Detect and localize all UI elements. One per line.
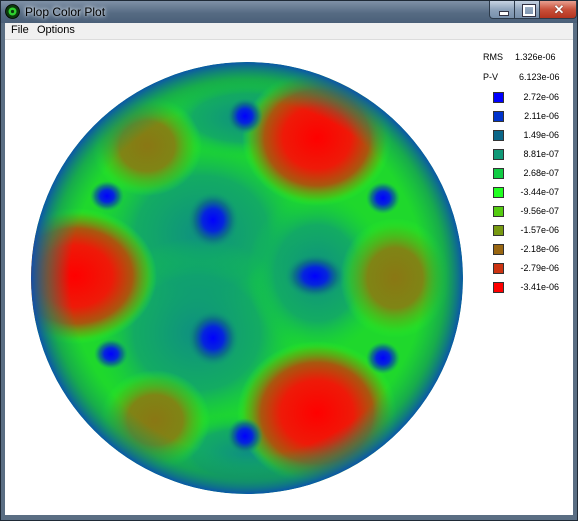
legend-swatch (493, 244, 504, 255)
legend-label: 2.68e-07 (523, 168, 559, 178)
legend-swatch (493, 187, 504, 198)
legend-swatch (493, 282, 504, 293)
menu-options[interactable]: Options (37, 24, 75, 36)
legend-label: -2.79e-06 (520, 263, 559, 273)
legend-label: -2.18e-06 (520, 244, 559, 254)
legend-swatch (493, 111, 504, 122)
plop-window: Plop Color Plot ✕ File Options RMS 1.326… (0, 0, 578, 521)
rms-label: RMS (483, 52, 503, 62)
legend-swatch (493, 225, 504, 236)
legend-label: -3.41e-06 (520, 282, 559, 292)
legend-swatch (493, 149, 504, 160)
plop-app-icon[interactable] (5, 4, 20, 19)
plot-area: RMS 1.326e-06 P-V 6.123e-06 2.72e-06 2.11… (5, 40, 573, 515)
title-bar[interactable]: Plop Color Plot ✕ (1, 1, 577, 23)
legend-swatch (493, 263, 504, 274)
maximize-button[interactable] (514, 1, 540, 19)
menu-bar: File Options (5, 23, 573, 40)
legend-label: -3.44e-07 (520, 187, 559, 197)
legend-label: -9.56e-07 (520, 206, 559, 216)
legend-label: 1.49e-06 (523, 130, 559, 140)
color-plot-disk (31, 62, 463, 494)
minimize-button[interactable] (489, 1, 515, 19)
pv-value: 6.123e-06 (519, 72, 560, 82)
legend-swatch (493, 92, 504, 103)
legend-swatch (493, 206, 504, 217)
close-icon: ✕ (553, 2, 565, 17)
menu-file[interactable]: File (11, 24, 29, 36)
legend-label: 8.81e-07 (523, 149, 559, 159)
legend-label: -1.57e-06 (520, 225, 559, 235)
window-title: Plop Color Plot (25, 5, 106, 19)
legend-label: 2.11e-06 (524, 111, 559, 121)
legend-swatch (493, 168, 504, 179)
legend-label: 2.72e-06 (523, 92, 559, 102)
legend-swatch (493, 130, 504, 141)
rms-value: 1.326e-06 (515, 52, 556, 62)
pv-label: P-V (483, 72, 499, 82)
close-button[interactable]: ✕ (539, 1, 577, 19)
